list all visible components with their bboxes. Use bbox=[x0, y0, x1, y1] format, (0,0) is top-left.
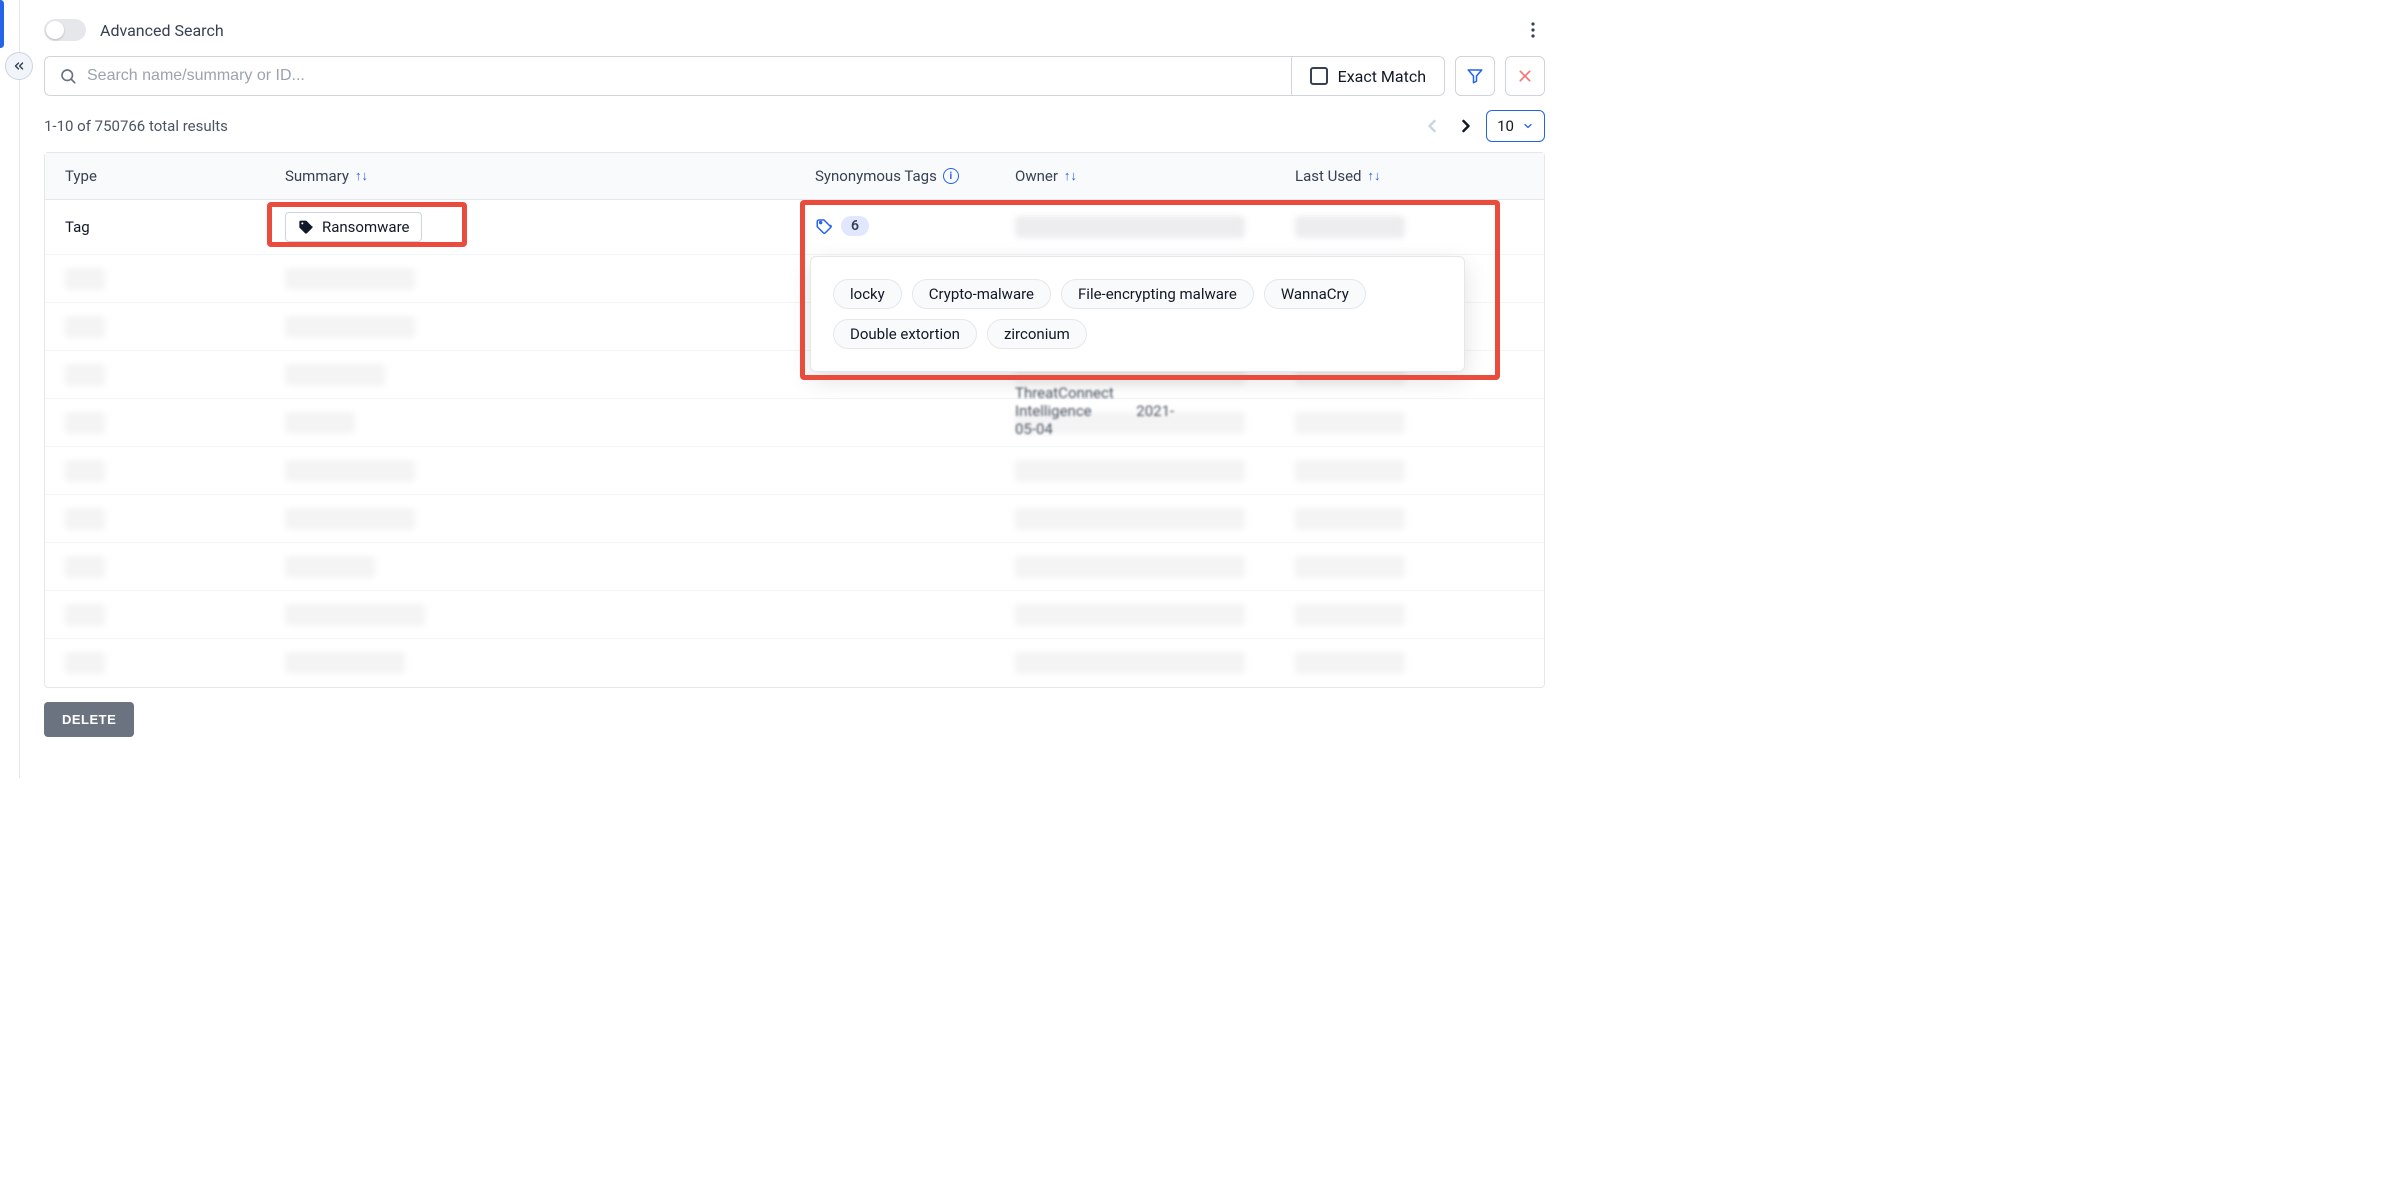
synonym-chip[interactable]: File-encrypting malware bbox=[1061, 279, 1254, 309]
page-size-select[interactable]: 10 bbox=[1486, 110, 1545, 142]
search-combo: Exact Match bbox=[44, 56, 1445, 96]
prev-page-button[interactable] bbox=[1418, 112, 1446, 140]
left-rail bbox=[0, 0, 20, 778]
chevron-double-left-icon bbox=[12, 59, 26, 73]
main-panel: Advanced Search Exact Match bbox=[20, 0, 1555, 778]
synonym-chip[interactable]: locky bbox=[833, 279, 902, 309]
table-header: Type Summary ↑↓ Synonymous Tags i Owner … bbox=[45, 153, 1544, 200]
cell-syn-tags: 6 locky Crypto-malware File-encrypting m… bbox=[815, 216, 1015, 239]
cell-summary: Ransomware bbox=[285, 212, 815, 242]
syn-count-badge: 6 bbox=[841, 216, 869, 236]
search-input[interactable] bbox=[87, 67, 1277, 85]
results-count: 1-10 of 750766 total results bbox=[44, 117, 228, 135]
chevron-right-icon bbox=[1456, 116, 1476, 136]
synonym-chip[interactable]: WannaCry bbox=[1264, 279, 1366, 309]
sort-icon: ↑↓ bbox=[1064, 168, 1077, 184]
filter-icon bbox=[1466, 67, 1484, 85]
toggle-knob bbox=[46, 21, 64, 39]
exact-match-checkbox[interactable] bbox=[1310, 67, 1328, 85]
table-body: Tag Ransomware 6 bbox=[45, 200, 1544, 687]
results-bar: 1-10 of 750766 total results 10 bbox=[44, 110, 1545, 142]
overflow-menu-button[interactable] bbox=[1521, 18, 1545, 42]
search-row: Exact Match bbox=[44, 56, 1545, 96]
page-root: Advanced Search Exact Match bbox=[0, 0, 1555, 778]
clear-button[interactable] bbox=[1505, 56, 1545, 96]
summary-text: Ransomware bbox=[322, 218, 409, 236]
pager: 10 bbox=[1418, 110, 1545, 142]
advanced-search-toggle[interactable] bbox=[44, 19, 86, 41]
col-header-type[interactable]: Type bbox=[65, 167, 285, 185]
table-row[interactable] bbox=[45, 543, 1544, 591]
col-header-last-used[interactable]: Last Used ↑↓ bbox=[1295, 167, 1524, 185]
search-icon bbox=[59, 67, 77, 85]
synonyms-popover: locky Crypto-malware File-encrypting mal… bbox=[810, 256, 1465, 372]
tag-outline-icon bbox=[815, 217, 833, 235]
search-box bbox=[45, 57, 1291, 95]
delete-button[interactable]: DELETE bbox=[44, 702, 134, 737]
synonym-chip[interactable]: Double extortion bbox=[833, 319, 977, 349]
table-row[interactable] bbox=[45, 591, 1544, 639]
table-row[interactable] bbox=[45, 639, 1544, 687]
cell-type: Tag bbox=[65, 218, 285, 236]
col-header-summary[interactable]: Summary ↑↓ bbox=[285, 167, 815, 185]
col-header-owner[interactable]: Owner ↑↓ bbox=[1015, 167, 1295, 185]
syn-tag-count[interactable]: 6 bbox=[815, 216, 869, 236]
info-icon[interactable]: i bbox=[943, 168, 959, 184]
cell-last-used bbox=[1295, 216, 1524, 238]
sort-icon: ↑↓ bbox=[1368, 168, 1381, 184]
next-page-button[interactable] bbox=[1452, 112, 1480, 140]
sort-icon: ↑↓ bbox=[355, 168, 368, 184]
top-bar: Advanced Search bbox=[44, 18, 1545, 42]
cell-owner bbox=[1015, 216, 1295, 238]
table-row[interactable] bbox=[45, 495, 1544, 543]
exact-match-label: Exact Match bbox=[1338, 67, 1426, 86]
col-header-syn-tags[interactable]: Synonymous Tags i bbox=[815, 167, 1015, 185]
table-row[interactable]: Tag Ransomware 6 bbox=[45, 200, 1544, 255]
synonym-chip[interactable]: Crypto-malware bbox=[912, 279, 1051, 309]
synonym-chip[interactable]: zirconium bbox=[987, 319, 1087, 349]
results-table: Type Summary ↑↓ Synonymous Tags i Owner … bbox=[44, 152, 1545, 688]
table-row[interactable] bbox=[45, 447, 1544, 495]
collapse-sidebar-button[interactable] bbox=[5, 52, 33, 80]
exact-match-toggle[interactable]: Exact Match bbox=[1291, 57, 1444, 95]
active-indicator bbox=[0, 0, 4, 48]
page-size-value: 10 bbox=[1497, 117, 1514, 135]
advanced-search-label: Advanced Search bbox=[100, 21, 224, 40]
obscured-row-owner: ThreatConnect Intelligence 2021-05-04 bbox=[1015, 384, 1174, 438]
chevron-down-icon bbox=[1522, 120, 1534, 132]
close-icon bbox=[1517, 68, 1533, 84]
summary-pill[interactable]: Ransomware bbox=[285, 212, 422, 242]
tag-icon bbox=[298, 219, 314, 235]
table-row[interactable] bbox=[45, 399, 1544, 447]
advanced-search-toggle-group: Advanced Search bbox=[44, 19, 224, 41]
chevron-left-icon bbox=[1422, 116, 1442, 136]
filter-button[interactable] bbox=[1455, 56, 1495, 96]
kebab-icon bbox=[1531, 22, 1535, 38]
